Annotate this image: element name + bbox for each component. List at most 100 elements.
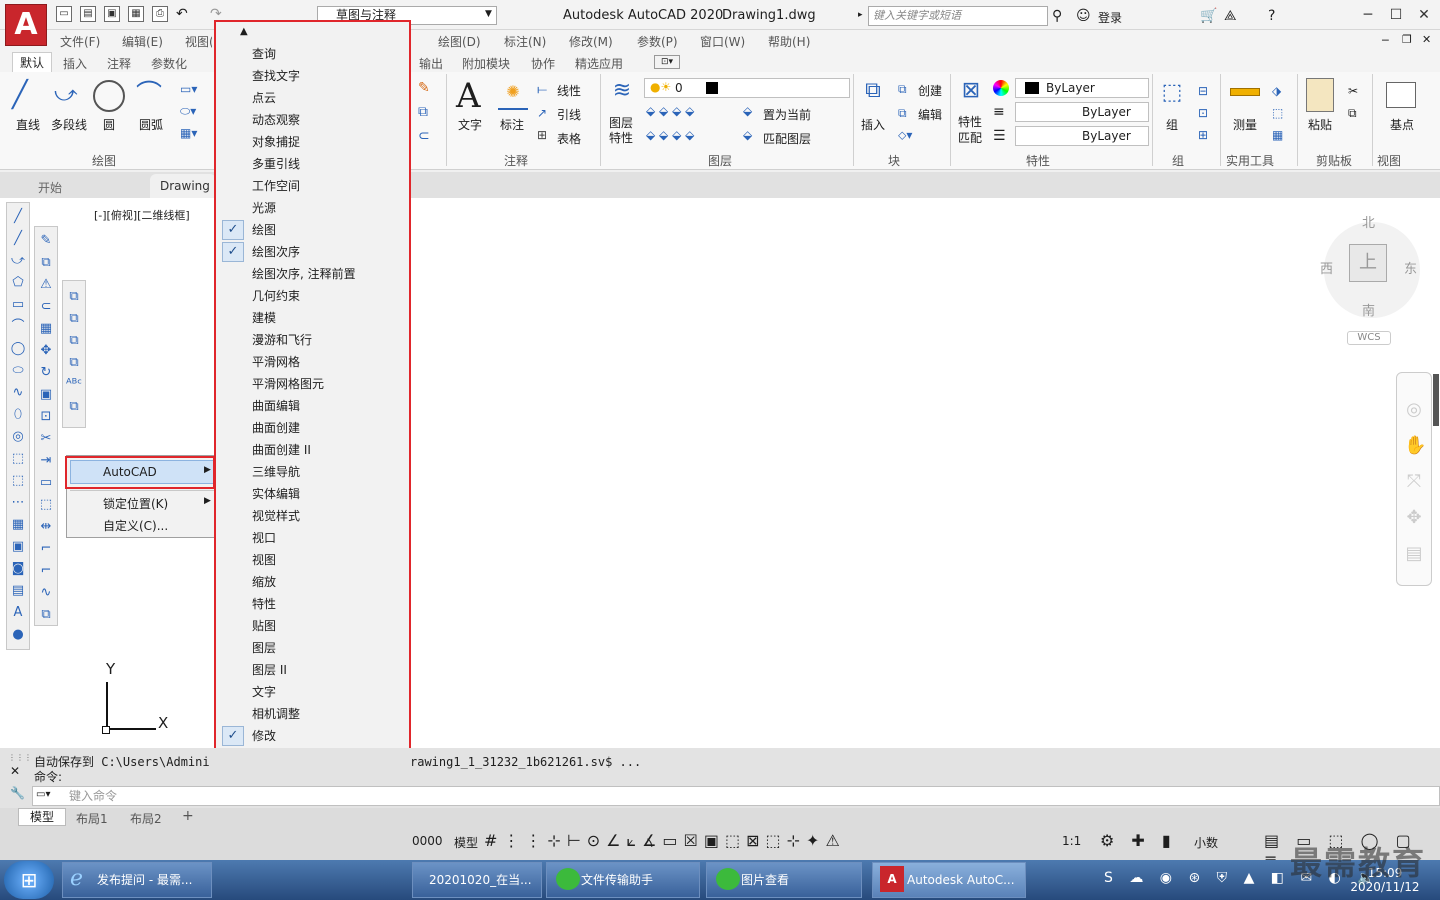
tab-layout1[interactable]: 布局1	[76, 810, 108, 827]
match-properties-label[interactable]: 特性匹配	[958, 114, 986, 146]
navigation-bar-icons[interactable]: ◎ ✋ ⤧ ✥ ▤	[1404, 392, 1426, 572]
share-icon[interactable]: ⟁	[1224, 8, 1237, 24]
edit-block-label[interactable]: 编辑	[918, 106, 942, 123]
expand-icon[interactable]: ▸	[858, 10, 863, 20]
match-layer-label[interactable]: 匹配图层	[763, 130, 811, 147]
block-panel-caption[interactable]: 块	[888, 152, 900, 169]
command-history-icon[interactable]: ▭▾	[36, 789, 50, 800]
wcs-menu[interactable]: WCS	[1347, 331, 1391, 345]
submenu-item[interactable]: 曲面创建	[252, 417, 300, 439]
linear-label[interactable]: 线性	[557, 82, 581, 99]
paste-label[interactable]: 粘贴	[1308, 116, 1332, 133]
submenu-item[interactable]: 图层 II	[252, 659, 287, 681]
properties-panel-caption[interactable]: 特性	[1026, 152, 1050, 169]
layers-panel-caption[interactable]: 图层	[708, 152, 732, 169]
modify-toolbar-icons[interactable]: ✎ ⧉ ⚠ ⊂ ▦ ✥ ↻ ▣ ⊡ ✂ ⇥ ▭ ⬚ ⇹ ⌐ ⌐ ∿ ⧉	[36, 230, 56, 626]
compass-west[interactable]: 西	[1320, 258, 1333, 277]
menu-help[interactable]: 帮助(H)	[768, 33, 810, 50]
submenu-item[interactable]: 文字	[252, 681, 276, 703]
create-block-label[interactable]: 创建	[918, 82, 942, 99]
print-icon[interactable]: ⎙	[152, 6, 168, 22]
dimension-button-label[interactable]: 标注	[500, 116, 524, 133]
tab-model[interactable]: 模型	[18, 808, 66, 826]
polyline-button-label[interactable]: 多段线	[51, 116, 87, 133]
new-icon[interactable]: ▭	[56, 6, 72, 22]
line-button-label[interactable]: 直线	[16, 116, 40, 133]
view-panel-caption[interactable]: 视图	[1377, 152, 1401, 169]
leader-icon[interactable]: ↗	[537, 106, 547, 120]
modify-icon[interactable]: ✎	[418, 80, 430, 96]
context-menu-item-lock[interactable]: 锁定位置(K)	[103, 495, 168, 512]
menu-file[interactable]: 文件(F)	[60, 33, 100, 50]
task-browser[interactable]: 发布提问 - 最需...	[62, 862, 212, 898]
arc-icon[interactable]: ⌒	[136, 80, 170, 114]
group-tools-icons[interactable]: ⊟ ⊡ ⊞	[1198, 80, 1208, 146]
submenu-item[interactable]: 相机调整	[252, 703, 300, 725]
save-icon[interactable]: ▣	[104, 6, 120, 22]
submenu-item[interactable]: 曲面创建 II	[252, 439, 311, 461]
text-button-label[interactable]: 文字	[458, 116, 482, 133]
menu-draw[interactable]: 绘图(D)	[438, 33, 481, 50]
wrench-icon[interactable]: 🔧	[10, 786, 25, 800]
hatch-icon[interactable]: ⬭▾	[180, 104, 196, 119]
lineweight-combo[interactable]: ByLayer	[1015, 102, 1149, 122]
submenu-item[interactable]: 对象捕捉	[252, 131, 300, 153]
line-icon[interactable]: ╱	[12, 80, 46, 114]
color-wheel-icon[interactable]	[993, 80, 1009, 96]
submenu-item[interactable]: 点云	[252, 87, 276, 109]
arc-button-label[interactable]: 圆弧	[139, 116, 163, 133]
viewcube[interactable]: 北 西 东 南 上	[1320, 212, 1420, 322]
polyline-icon[interactable]: ⤻	[54, 80, 88, 114]
doc-minimize-button[interactable]: ─	[1382, 34, 1389, 47]
measure-label[interactable]: 测量	[1233, 116, 1257, 133]
utility-tools-icons[interactable]: ⬗ ⬚ ▦	[1272, 80, 1283, 146]
circle-button-label[interactable]: 圆	[103, 116, 115, 133]
submenu-item[interactable]: 平滑网格图元	[252, 373, 324, 395]
match-properties-icon[interactable]: ⊠	[956, 78, 986, 110]
menu-parametric[interactable]: 参数(P)	[637, 33, 678, 50]
tab-output[interactable]: 输出	[419, 55, 443, 72]
groups-panel-caption[interactable]: 组	[1172, 152, 1184, 169]
utilities-panel-caption[interactable]: 实用工具	[1226, 152, 1274, 169]
clipboard-tools-icons[interactable]: ✂ ⧉	[1348, 80, 1358, 124]
submenu-item[interactable]: 实体编辑	[252, 483, 300, 505]
menu-modify[interactable]: 修改(M)	[569, 33, 613, 50]
measure-icon[interactable]	[1230, 88, 1260, 96]
annotation-scale[interactable]: 1:1	[1062, 834, 1081, 848]
insert-label[interactable]: 插入	[861, 116, 885, 133]
submenu-item[interactable]: 绘图次序, 注释前置	[252, 263, 356, 285]
user-icon[interactable]: ☺	[1076, 8, 1091, 24]
submenu-item[interactable]: 动态观察	[252, 109, 300, 131]
table-label[interactable]: 表格	[557, 130, 581, 147]
units-combo[interactable]: 小数	[1194, 834, 1218, 851]
undo-icon[interactable]: ↶	[176, 6, 188, 22]
base-view-label[interactable]: 基点	[1390, 116, 1414, 133]
linetype-combo[interactable]: ByLayer	[1015, 126, 1149, 146]
tab-drawing[interactable]: Drawing	[150, 174, 216, 198]
draworder-toolbar-icons[interactable]: ⧉ ⧉ ⧉ ⧉ ᴬᴮᶜ ⧉	[64, 286, 84, 418]
group-label[interactable]: 组	[1166, 116, 1178, 133]
text-icon[interactable]: A	[456, 76, 481, 116]
add-layout-icon[interactable]: +	[182, 808, 194, 824]
viewport-label[interactable]: [-][俯视][二维线框]	[94, 207, 190, 223]
submenu-item[interactable]: 查找文字	[252, 65, 300, 87]
scroll-up-icon[interactable]: ▲	[240, 26, 248, 37]
status-toggle-icons[interactable]: #⋮⋮⊹⊢⊙∠⟀∡▭☒▣⬚⊠⬚⊹✦⚠	[484, 831, 846, 851]
tab-collaborate[interactable]: 协作	[531, 55, 555, 72]
edit-block-icon[interactable]: ⧉	[898, 106, 907, 121]
match-layer-icon[interactable]: ⬙	[743, 128, 752, 142]
submenu-item[interactable]: 绘图次序	[252, 241, 300, 263]
submenu-item[interactable]: 几何约束	[252, 285, 300, 307]
submenu-item[interactable]: 平滑网格	[252, 351, 300, 373]
close-command-icon[interactable]: ✕	[10, 764, 20, 778]
compass-north[interactable]: 北	[1362, 212, 1375, 231]
menu-window[interactable]: 窗口(W)	[700, 33, 745, 50]
ribbon-toggle-icon[interactable]: ⊡▾	[654, 55, 680, 69]
linear-icon[interactable]: ⟝	[537, 82, 547, 97]
submenu-item[interactable]: 三维导航	[252, 461, 300, 483]
layer-properties-label[interactable]: 图层特性	[609, 116, 639, 146]
submenu-item[interactable]: 视口	[252, 527, 276, 549]
compass-south[interactable]: 南	[1362, 300, 1375, 319]
tab-insert[interactable]: 插入	[63, 55, 87, 72]
compass-east[interactable]: 东	[1404, 258, 1417, 277]
